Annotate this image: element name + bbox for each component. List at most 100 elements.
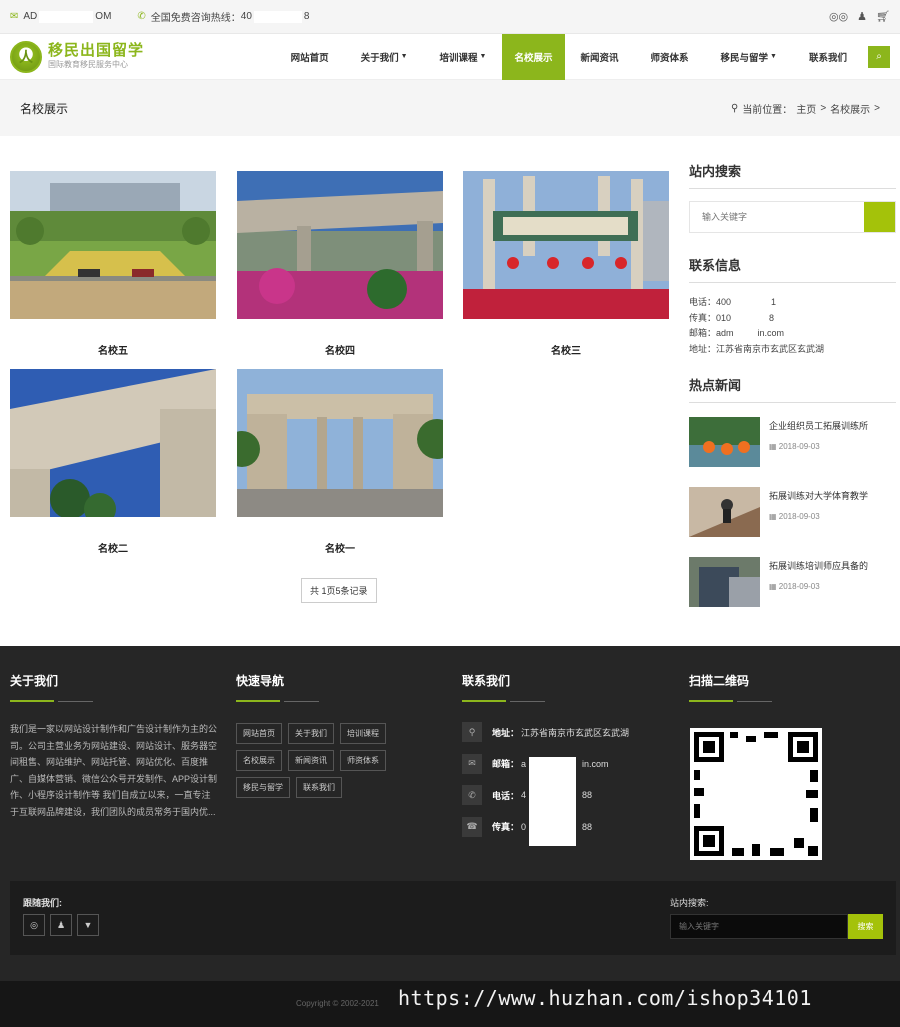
contact-label: 邮箱： bbox=[492, 759, 520, 769]
contact-value: 0 bbox=[521, 821, 527, 832]
news-thumb[interactable] bbox=[689, 417, 760, 467]
crumb-home[interactable]: 主页 bbox=[796, 101, 816, 116]
sidebar-search-button[interactable] bbox=[864, 202, 895, 232]
logo[interactable]: 人 移民出国留学 国际教育移民服务中心 bbox=[10, 40, 145, 73]
heading-underline bbox=[236, 700, 280, 702]
footer-search-input[interactable] bbox=[670, 914, 848, 939]
contact-label: 传真： bbox=[492, 822, 520, 832]
cart-icon[interactable]: ▼ bbox=[77, 914, 99, 936]
news-item[interactable]: 拓展训练培训师应具备的 ▦ 2018-09-03 bbox=[689, 557, 896, 607]
logo-emblem-icon: 人 bbox=[10, 40, 42, 73]
quicknav-link[interactable]: 培训课程 bbox=[340, 723, 386, 744]
school-card[interactable]: 名校一 bbox=[237, 369, 443, 555]
nav-item[interactable]: 名校展示 bbox=[502, 33, 565, 80]
news-date-text: 2018-09-03 bbox=[778, 512, 820, 521]
nav-item[interactable]: 关于我们 ▼ bbox=[345, 34, 424, 80]
school-card[interactable]: 名校五 bbox=[10, 171, 216, 357]
email-prefix: AD bbox=[23, 11, 38, 22]
calendar-icon: ▦ bbox=[769, 512, 779, 521]
contact-value: a bbox=[521, 758, 527, 769]
school-name[interactable]: 名校二 bbox=[10, 540, 216, 555]
nav-item[interactable]: 网站首页 bbox=[275, 34, 345, 80]
heading-underline-thin bbox=[737, 701, 772, 702]
quicknav-link[interactable]: 名校展示 bbox=[236, 750, 282, 771]
school-name[interactable]: 名校四 bbox=[237, 342, 443, 357]
cart-icon[interactable]: 🛒︎ bbox=[876, 10, 890, 23]
nav-item[interactable]: 移民与留学 ▼ bbox=[705, 34, 793, 80]
weibo-icon[interactable]: ◎◎ bbox=[829, 10, 848, 23]
news-item[interactable]: 企业组织员工拓展训练所 ▦ 2018-09-03 bbox=[689, 417, 896, 467]
nav-item-label: 培训课程 bbox=[439, 52, 478, 64]
contact-line: 地址：江苏省南京市玄武区玄武湖 bbox=[689, 342, 896, 358]
nav-item[interactable]: 培训课程 ▼ bbox=[424, 34, 503, 80]
news-thumb[interactable] bbox=[689, 487, 760, 537]
news-item[interactable]: 拓展训练对大学体育教学 ▦ 2018-09-03 bbox=[689, 487, 896, 537]
news-title[interactable]: 拓展训练对大学体育教学 bbox=[769, 489, 868, 502]
news-title[interactable]: 企业组织员工拓展训练所 bbox=[769, 419, 868, 432]
contact-value: 江苏省南京市玄武区玄武湖 bbox=[521, 727, 630, 738]
hotline-label: 全国免费咨询热线： bbox=[150, 13, 241, 24]
qq-icon[interactable]: ♟ bbox=[50, 914, 72, 936]
news-date-text: 2018-09-03 bbox=[778, 442, 820, 451]
heading-underline-thin bbox=[510, 701, 545, 702]
fax-icon: ☎ bbox=[462, 816, 482, 837]
sidebar-contact-info: 电话：400 1 传真：010 8 邮箱：adm in.com 地址：江苏省南京市玄武… bbox=[689, 295, 896, 357]
school-name[interactable]: 名校一 bbox=[237, 540, 443, 555]
news-thumb[interactable] bbox=[689, 557, 760, 607]
news-date: ▦ 2018-09-03 bbox=[769, 582, 868, 591]
weibo-icon[interactable]: ◎ bbox=[23, 914, 45, 936]
school-card[interactable]: 名校四 bbox=[237, 171, 443, 357]
qq-icon[interactable]: ♟ bbox=[857, 10, 867, 23]
school-card[interactable]: 名校三 bbox=[463, 171, 669, 357]
sidebar-search bbox=[689, 201, 896, 233]
contact-tail: 88 bbox=[582, 821, 593, 832]
contact-line: 邮箱：adm in.com bbox=[689, 326, 896, 342]
breadcrumb: ⚲ 当前位置： 主页 > 名校展示 > bbox=[731, 101, 880, 116]
school-image[interactable] bbox=[237, 171, 443, 319]
sidebar-search-input[interactable] bbox=[690, 202, 864, 232]
quicknav-link[interactable]: 网站首页 bbox=[236, 723, 282, 744]
calendar-icon: ▦ bbox=[769, 582, 779, 591]
quicknav-link[interactable]: 新闻资讯 bbox=[288, 750, 334, 771]
school-image[interactable] bbox=[10, 171, 216, 319]
nav-item[interactable]: 联系我们 bbox=[793, 34, 863, 80]
top-bar: ✉ AD OM ✆ 全国免费咨询热线： 40 8 ◎◎ ♟ 🛒︎ bbox=[0, 0, 900, 34]
nav-item[interactable]: 师资体系 bbox=[635, 34, 705, 80]
school-name[interactable]: 名校五 bbox=[10, 342, 216, 357]
caret-down-icon: ▼ bbox=[400, 53, 408, 60]
qr-code bbox=[690, 728, 822, 860]
logo-main-text: 移民出国留学 bbox=[48, 41, 145, 59]
location-label: 当前位置： bbox=[742, 104, 793, 116]
school-name[interactable]: 名校三 bbox=[463, 342, 669, 357]
footer-quicknav: 快速导航 网站首页 关于我们 培训课程名校展示 新闻资讯 师资体系移民与留学 联系我们 bbox=[236, 672, 416, 798]
heading-underline bbox=[10, 700, 54, 702]
nav-search-button[interactable]: ⌕ bbox=[868, 45, 890, 68]
footer-quicknav-title: 快速导航 bbox=[236, 674, 285, 688]
quicknav-link[interactable]: 联系我们 bbox=[296, 777, 342, 798]
contact-tail: 88 bbox=[582, 790, 593, 800]
school-image[interactable] bbox=[463, 171, 669, 319]
contact-phone: 电话：400 bbox=[689, 297, 732, 307]
phone-icon: ✆ bbox=[462, 785, 482, 805]
watermark-text: https://www.huzhan.com/ishop34101 bbox=[398, 986, 812, 1010]
school-image[interactable] bbox=[237, 369, 443, 517]
pagination-info: 共 1页5条记录 bbox=[301, 578, 377, 603]
nav-item-label: 师资体系 bbox=[650, 52, 689, 64]
quicknav-link[interactable]: 关于我们 bbox=[288, 723, 334, 744]
footer-contact-title: 联系我们 bbox=[462, 674, 511, 688]
school-image[interactable] bbox=[10, 369, 216, 517]
hotline-prefix: 40 bbox=[240, 11, 252, 22]
news-date: ▦ 2018-09-03 bbox=[769, 512, 868, 521]
contact-email-tail: in.com bbox=[757, 328, 785, 338]
school-card[interactable]: 名校二 bbox=[10, 369, 216, 555]
quicknav-link[interactable]: 师资体系 bbox=[340, 750, 386, 771]
nav-item-label: 网站首页 bbox=[290, 52, 329, 64]
news-title[interactable]: 拓展训练培训师应具备的 bbox=[769, 559, 868, 572]
crumb-current[interactable]: 名校展示 bbox=[830, 101, 870, 116]
news-list: 企业组织员工拓展训练所 ▦ 2018-09-03 拓展训练对大学体育教学 ▦ 2… bbox=[689, 417, 896, 607]
footer-search-button[interactable]: 搜索 bbox=[848, 914, 883, 939]
heading-underline bbox=[462, 700, 506, 702]
quicknav-link[interactable]: 移民与留学 bbox=[236, 777, 290, 798]
contact-value: 4 bbox=[521, 790, 527, 800]
nav-item[interactable]: 新闻资讯 bbox=[565, 34, 635, 80]
